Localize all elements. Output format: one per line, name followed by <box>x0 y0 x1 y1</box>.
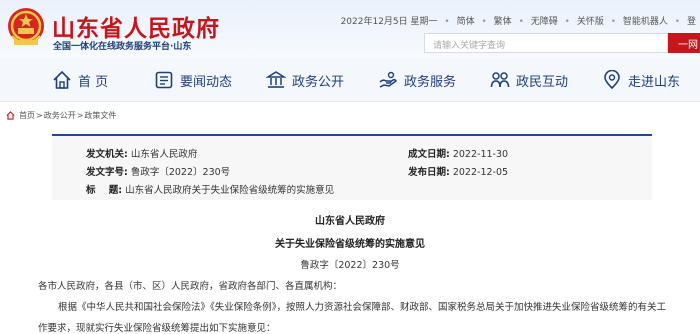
breadcrumb-home[interactable]: 首页 <box>19 110 35 121</box>
nav-label: 走进山东 <box>628 74 681 90</box>
nav-item-home[interactable]: 首 页 <box>52 68 108 92</box>
nav-label: 政务服务 <box>404 74 457 90</box>
separator: • <box>444 17 450 27</box>
site-subtitle: 全国一体化在线政务服务平台·山东 <box>53 42 192 52</box>
link-traditional[interactable]: 繁体 <box>494 17 512 27</box>
national-emblem-icon[interactable] <box>6 6 46 50</box>
interaction-icon <box>490 72 510 88</box>
link-chatbot[interactable]: 智能机器人 <box>623 17 668 27</box>
meta-title-value: 山东省人民政府关于失业保险省级统筹的实施意见 <box>125 185 335 196</box>
nav-item-interaction[interactable]: 政民互动 <box>490 68 568 92</box>
meta-doc-no-value: 鲁政字〔2022〕230号 <box>130 167 231 178</box>
document-meta: 发文机关: 山东省人民政府 发文字号: 鲁政字〔2022〕230号 标 题: 山… <box>52 134 652 200</box>
meta-issuer: 发文机关: 山东省人民政府 <box>86 146 197 160</box>
government-icon <box>266 71 286 88</box>
breadcrumb-policy-docs[interactable]: 政策文件 <box>84 110 116 121</box>
meta-created-label: 成文日期: <box>408 149 450 160</box>
site-title[interactable]: 山东省人民政府 <box>52 9 220 43</box>
breadcrumb-separator: > <box>76 111 84 120</box>
article-paragraph-line: 作要求，现就实行失业保险省级统筹提出如下实施意见： <box>38 323 276 334</box>
main-nav: 首 页 要闻动态 政务公开 政务服务 政民互动 走进山东 <box>0 58 700 102</box>
meta-issuer-label: 发文机关: <box>86 149 128 160</box>
service-icon <box>379 71 397 88</box>
meta-title-label: 标 题: <box>86 185 123 196</box>
search-input[interactable]: 请输入关键字查询 <box>424 33 668 53</box>
meta-published-date: 发布日期: 2022-12-05 <box>408 164 508 178</box>
site-header: 山东省人民政府 全国一体化在线政务服务平台·山东 2022年12月5日 星期一 … <box>0 0 700 58</box>
nav-label: 政民互动 <box>516 74 569 90</box>
meta-published-label: 发布日期: <box>408 167 450 178</box>
meta-created-value: 2022-11-30 <box>452 149 509 160</box>
nav-item-news[interactable]: 要闻动态 <box>154 68 232 92</box>
separator: • <box>674 17 681 27</box>
separator: • <box>564 17 570 27</box>
separator: • <box>518 17 524 27</box>
date-text: 2022年12月5日 星期一 <box>340 17 438 27</box>
nav-item-gov-service[interactable]: 政务服务 <box>378 68 456 92</box>
location-icon <box>604 70 620 90</box>
nav-label: 要闻动态 <box>180 74 233 90</box>
top-links: 2022年12月5日 星期一 • 简体 • 繁体 • 无障碍 • 关怀版 • 智… <box>337 14 696 27</box>
article-recipients: 各市人民政府，各县（市、区）人民政府，省政府各部门、各直属机构： <box>38 281 343 292</box>
search-button[interactable]: 一网 <box>668 33 700 53</box>
meta-doc-no: 发文字号: 鲁政字〔2022〕230号 <box>86 164 230 178</box>
meta-doc-no-label: 发文字号: <box>86 167 128 178</box>
link-login[interactable]: 登 <box>687 17 696 27</box>
meta-created-date: 成文日期: 2022-11-30 <box>408 146 508 160</box>
link-care-mode[interactable]: 关怀版 <box>577 17 604 27</box>
breadcrumb-gov-affairs[interactable]: 政务公开 <box>44 110 76 121</box>
article-doc-number: 鲁政字〔2022〕230号 <box>300 260 400 271</box>
separator: • <box>481 17 487 27</box>
nav-item-gov-affairs[interactable]: 政务公开 <box>266 68 344 92</box>
breadcrumb-separator: > <box>36 111 43 120</box>
article-org: 山东省人民政府 <box>315 216 385 227</box>
home-icon <box>53 70 71 89</box>
link-accessibility[interactable]: 无障碍 <box>531 17 558 27</box>
meta-published-value: 2022-12-05 <box>452 167 509 178</box>
meta-issuer-value: 山东省人民政府 <box>130 149 198 160</box>
link-simplified[interactable]: 简体 <box>457 17 475 27</box>
separator: • <box>610 17 617 27</box>
meta-title: 标 题: 山东省人民政府关于失业保险省级统筹的实施意见 <box>86 182 334 196</box>
nav-label: 政务公开 <box>292 74 345 90</box>
breadcrumb: 首页 > 政务公开 > 政策文件 <box>6 110 116 121</box>
nav-label: 首 页 <box>78 74 109 90</box>
news-icon <box>155 71 173 89</box>
article-paragraph-line: 根据《中华人民共和国社会保险法》《失业保险条例》，按照人力资源社会保障部、财政部… <box>58 302 667 313</box>
home-icon <box>6 111 15 120</box>
nav-item-about-shandong[interactable]: 走进山东 <box>602 68 680 92</box>
article-title: 关于失业保险省级统筹的实施意见 <box>275 239 425 250</box>
